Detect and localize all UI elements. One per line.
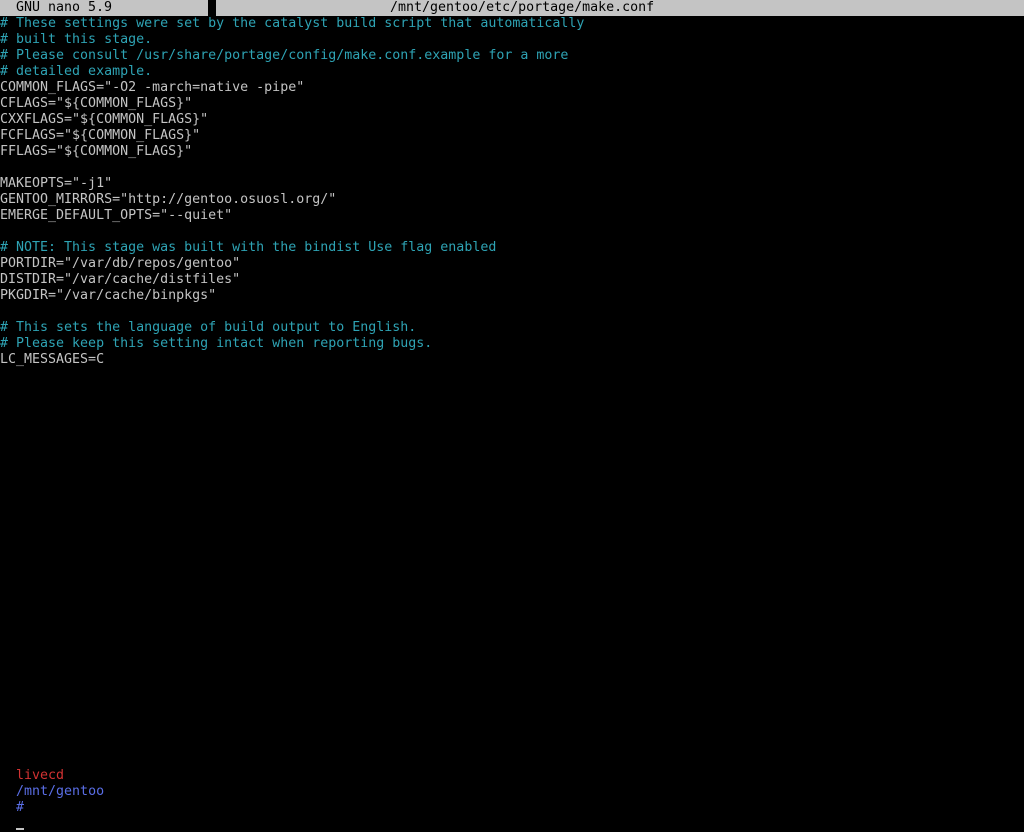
editor-line[interactable]: LC_MESSAGES=C: [0, 352, 1024, 368]
line-text: FCFLAGS="${COMMON_FLAGS}": [0, 128, 201, 143]
line-text: PORTDIR="/var/db/repos/gentoo": [0, 256, 241, 271]
editor-line[interactable]: FCFLAGS="${COMMON_FLAGS}": [0, 128, 1024, 144]
shell-prompt[interactable]: livecd /mnt/gentoo #: [0, 752, 104, 830]
line-text: FFLAGS="${COMMON_FLAGS}": [0, 144, 193, 159]
editor-line[interactable]: DISTDIR="/var/cache/distfiles": [0, 272, 1024, 288]
editor-line[interactable]: GENTOO_MIRRORS="http://gentoo.osuosl.org…: [0, 192, 1024, 208]
line-text: # NOTE: This stage was built with the bi…: [0, 240, 497, 255]
editor-buffer[interactable]: # These settings were set by the catalys…: [0, 16, 1024, 368]
line-text: CFLAGS="${COMMON_FLAGS}": [0, 96, 193, 111]
line-text: CXXFLAGS="${COMMON_FLAGS}": [0, 112, 209, 127]
line-text: # detailed example.: [0, 64, 153, 79]
app-name: GNU nano 5.9: [16, 0, 113, 15]
editor-line[interactable]: COMMON_FLAGS="-O2 -march=native -pipe": [0, 80, 1024, 96]
text-cursor[interactable]: [16, 828, 25, 830]
editor-line[interactable]: # Please keep this setting intact when r…: [0, 336, 1024, 352]
line-text: # built this stage.: [0, 32, 153, 47]
prompt-cwd: /mnt/gentoo: [16, 784, 105, 799]
prompt-symbol: #: [16, 800, 25, 815]
editor-line[interactable]: # NOTE: This stage was built with the bi…: [0, 240, 1024, 256]
line-text: GENTOO_MIRRORS="http://gentoo.osuosl.org…: [0, 192, 337, 207]
editor-line[interactable]: [0, 304, 1024, 320]
line-text: DISTDIR="/var/cache/distfiles": [0, 272, 241, 287]
line-text: # Please keep this setting intact when r…: [0, 336, 433, 351]
line-text: COMMON_FLAGS="-O2 -march=native -pipe": [0, 80, 305, 95]
editor-line[interactable]: CFLAGS="${COMMON_FLAGS}": [0, 96, 1024, 112]
editor-line[interactable]: [0, 224, 1024, 240]
nano-title-bar: GNU nano 5.9 /mnt/gentoo/etc/portage/mak…: [0, 0, 1024, 16]
editor-line[interactable]: PORTDIR="/var/db/repos/gentoo": [0, 256, 1024, 272]
editor-line[interactable]: EMERGE_DEFAULT_OPTS="--quiet": [0, 208, 1024, 224]
editor-line[interactable]: # detailed example.: [0, 64, 1024, 80]
line-text: EMERGE_DEFAULT_OPTS="--quiet": [0, 208, 233, 223]
editor-line[interactable]: # These settings were set by the catalys…: [0, 16, 1024, 32]
editor-line[interactable]: PKGDIR="/var/cache/binpkgs": [0, 288, 1024, 304]
file-path: /mnt/gentoo/etc/portage/make.conf: [390, 0, 655, 15]
prompt-host: livecd: [16, 768, 65, 783]
editor-line[interactable]: # built this stage.: [0, 32, 1024, 48]
line-text: # Please consult /usr/share/portage/conf…: [0, 48, 569, 63]
line-text: # This sets the language of build output…: [0, 320, 417, 335]
editor-line[interactable]: # This sets the language of build output…: [0, 320, 1024, 336]
line-text: MAKEOPTS="-j1": [0, 176, 113, 191]
editor-line[interactable]: [0, 160, 1024, 176]
editor-line[interactable]: FFLAGS="${COMMON_FLAGS}": [0, 144, 1024, 160]
editor-line[interactable]: MAKEOPTS="-j1": [0, 176, 1024, 192]
line-text: LC_MESSAGES=C: [0, 352, 105, 367]
title-bar-separator: [208, 0, 216, 16]
editor-line[interactable]: CXXFLAGS="${COMMON_FLAGS}": [0, 112, 1024, 128]
editor-line[interactable]: # Please consult /usr/share/portage/conf…: [0, 48, 1024, 64]
line-text: # These settings were set by the catalys…: [0, 16, 585, 31]
line-text: PKGDIR="/var/cache/binpkgs": [0, 288, 217, 303]
